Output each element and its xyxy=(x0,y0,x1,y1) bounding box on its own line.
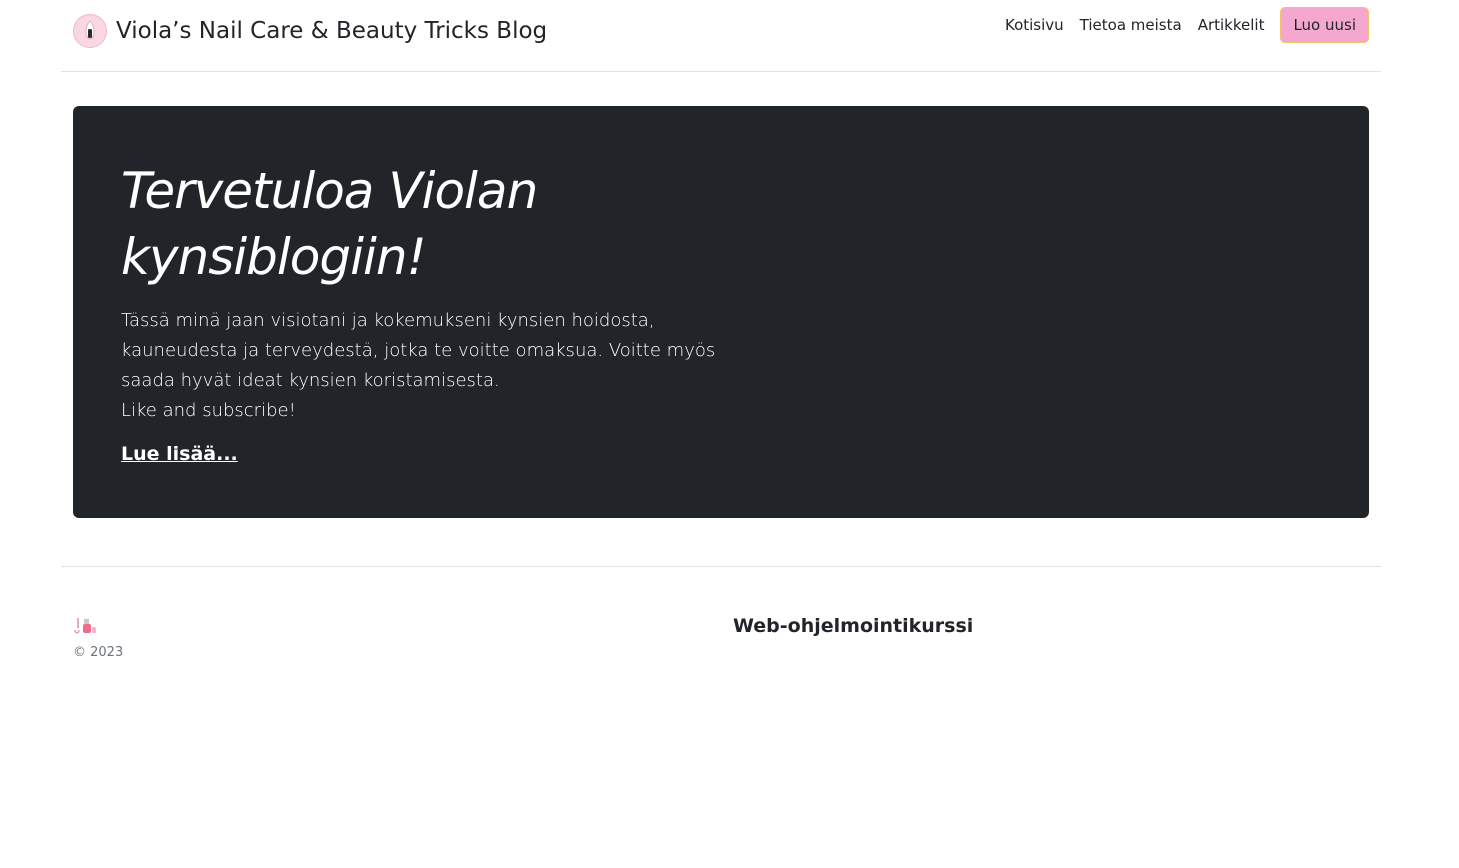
footer-heading: Web-ohjelmointikurssi xyxy=(733,615,974,637)
nav-link-home[interactable]: Kotisivu xyxy=(997,8,1072,42)
nail-polish-logo-icon xyxy=(73,14,107,48)
hero-paragraph-line: Like and subscribe! xyxy=(121,400,296,421)
nav-link-about[interactable]: Tietoa meista xyxy=(1072,8,1190,42)
hero-title: Tervetuloa Violan kynsiblogiin! xyxy=(121,162,538,286)
main-nav: Kotisivu Tietoa meista Artikkelit Luo uu… xyxy=(997,7,1369,43)
nail-polish-icon xyxy=(73,616,99,636)
read-more-link[interactable]: Lue lisää... xyxy=(121,443,238,465)
create-new-button[interactable]: Luo uusi xyxy=(1280,7,1369,43)
hero-banner: Tervetuloa Violan kynsiblogiin! Tässä mi… xyxy=(73,106,1369,518)
nav-link-articles[interactable]: Artikkelit xyxy=(1190,8,1273,42)
hero-paragraph: Tässä minä jaan visiotani ja kokemukseni… xyxy=(121,306,731,426)
hero-paragraph-line: Tässä minä jaan visiotani ja kokemukseni… xyxy=(121,310,716,391)
brand-link[interactable]: Viola’s Nail Care & Beauty Tricks Blog xyxy=(73,14,547,48)
brand-title: Viola’s Nail Care & Beauty Tricks Blog xyxy=(116,18,548,44)
footer-copyright: © 2023 xyxy=(73,645,124,660)
site-header: Viola’s Nail Care & Beauty Tricks Blog K… xyxy=(61,0,1381,72)
page-container: Viola’s Nail Care & Beauty Tricks Blog K… xyxy=(61,0,1381,660)
footer-divider xyxy=(61,566,1381,567)
